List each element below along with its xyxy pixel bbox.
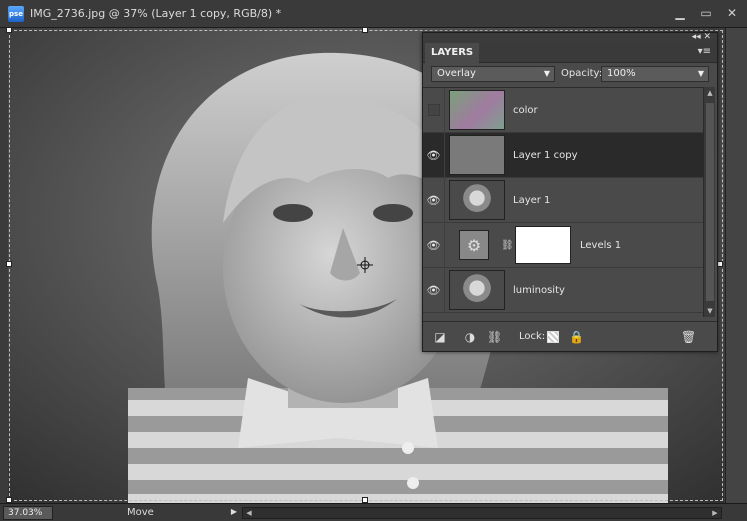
link-chain-icon[interactable]: ⛓ (501, 240, 514, 251)
transform-handle[interactable] (362, 27, 368, 33)
visibility-off-icon (427, 104, 440, 116)
document-titlebar: pse IMG_2736.jpg @ 37% (Layer 1 copy, RG… (0, 0, 747, 28)
scroll-left-icon[interactable]: ◀ (243, 508, 255, 518)
close-icon[interactable]: ✕ (725, 6, 739, 20)
layer-row-luminosity[interactable]: 👁 luminosity (423, 267, 705, 313)
layer-row-color[interactable]: color (423, 87, 705, 133)
transform-handle[interactable] (6, 27, 12, 33)
chevron-down-icon: ▼ (543, 69, 550, 78)
current-tool-status: Move (127, 507, 154, 518)
visibility-toggle[interactable]: 👁 (423, 177, 445, 223)
scroll-down-icon[interactable]: ▼ (704, 305, 716, 317)
transform-handle[interactable] (6, 261, 12, 267)
restore-icon[interactable]: ▭ (699, 6, 713, 20)
layer-name: luminosity (513, 284, 565, 296)
lock-transparency-icon[interactable] (547, 331, 559, 343)
eye-icon: 👁 (426, 148, 441, 162)
layers-panel-footer: ◪ ◑ ⛓ Lock: 🔒 🗑 (423, 321, 717, 351)
app-logo-icon: pse (8, 5, 24, 22)
blend-opacity-row: Overlay ▼ Opacity: 100% ▼ (423, 63, 717, 85)
opacity-input[interactable]: 100% ▼ (601, 66, 709, 82)
layer-row-layer-1-copy[interactable]: 👁 Layer 1 copy (423, 132, 705, 178)
layer-name: Levels 1 (580, 239, 622, 251)
layer-row-layer-1[interactable]: 👁 Layer 1 (423, 177, 705, 223)
layer-thumbnail (449, 135, 505, 175)
horizontal-scrollbar[interactable]: ◀ ▶ (242, 507, 722, 519)
trash-icon[interactable]: 🗑 (681, 330, 696, 344)
layer-name: Layer 1 copy (513, 149, 578, 161)
document-title: IMG_2736.jpg @ 37% (Layer 1 copy, RGB/8)… (30, 7, 282, 20)
layer-name: Layer 1 (513, 194, 551, 206)
layers-panel: ◂◂ ✕ LAYERS ▾≡ Overlay ▼ Opacity: 100% ▼… (422, 32, 718, 352)
layer-thumbnail (449, 270, 505, 310)
status-menu-arrow-icon[interactable]: ▶ (228, 506, 240, 518)
status-bar: 37.03% Move ▶ ◀ ▶ (0, 503, 747, 521)
layer-mask-thumbnail (515, 226, 571, 264)
new-layer-icon[interactable]: ◪ (433, 330, 447, 344)
scroll-up-icon[interactable]: ▲ (704, 87, 716, 99)
layer-name: color (513, 104, 538, 116)
visibility-toggle[interactable]: 👁 (423, 132, 445, 178)
lock-icon[interactable]: 🔒 (569, 330, 584, 344)
blend-mode-select[interactable]: Overlay ▼ (431, 66, 555, 82)
layers-list: color 👁 Layer 1 copy 👁 Layer 1 👁 ⚙ ⛓ Lev… (423, 87, 705, 317)
panel-collapse-close-icon[interactable]: ◂◂ ✕ (692, 32, 711, 42)
opacity-label: Opacity: (561, 68, 603, 79)
eye-icon: 👁 (426, 238, 441, 252)
layer-thumbnail (449, 90, 505, 130)
panel-tab-row: LAYERS ▾≡ (423, 43, 717, 63)
eye-icon: 👁 (426, 283, 441, 297)
window-controls: ▁ ▭ ✕ (673, 6, 739, 20)
levels-adjustment-icon: ⚙ (459, 230, 489, 260)
panel-header-strip: ◂◂ ✕ (423, 32, 717, 43)
visibility-toggle[interactable] (423, 87, 445, 133)
chevron-down-icon: ▼ (697, 69, 704, 78)
link-layers-icon[interactable]: ⛓ (487, 330, 502, 344)
eye-icon: 👁 (426, 193, 441, 207)
visibility-toggle[interactable]: 👁 (423, 267, 445, 313)
zoom-input[interactable]: 37.03% (3, 505, 53, 520)
minimize-icon[interactable]: ▁ (673, 6, 687, 20)
scroll-right-icon[interactable]: ▶ (709, 508, 721, 518)
opacity-value: 100% (607, 68, 636, 79)
vertical-scrollbar[interactable] (725, 28, 747, 503)
blend-mode-value: Overlay (437, 68, 476, 79)
lock-label: Lock: (519, 331, 546, 342)
layer-thumbnail (449, 180, 505, 220)
tab-layers[interactable]: LAYERS (425, 43, 480, 63)
visibility-toggle[interactable]: 👁 (423, 222, 445, 268)
panel-menu-icon[interactable]: ▾≡ (698, 46, 711, 57)
layers-scrollbar[interactable]: ▲ ▼ (703, 87, 715, 317)
scroll-thumb[interactable] (706, 103, 714, 301)
layer-row-levels-1[interactable]: 👁 ⚙ ⛓ Levels 1 (423, 222, 705, 268)
adjustment-layer-icon[interactable]: ◑ (463, 330, 477, 344)
